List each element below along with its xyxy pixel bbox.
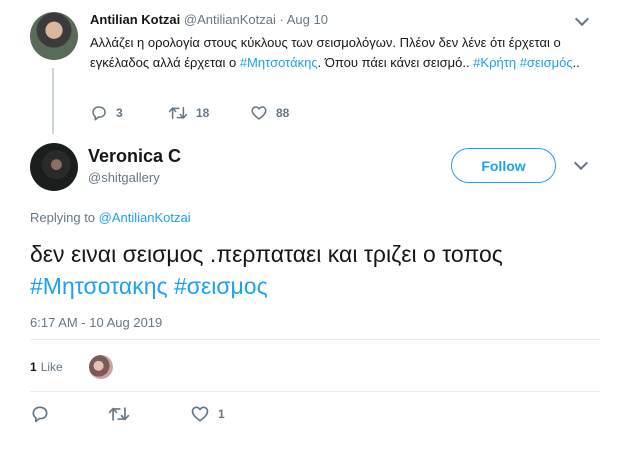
retweet-button[interactable] [108,404,130,424]
like-count: 1 [218,407,225,421]
hashtag-link[interactable]: #σεισμος [174,273,268,299]
author-name[interactable]: Antilian Kotzai [90,12,180,27]
avatar[interactable] [30,143,78,191]
heart-icon [190,404,210,424]
retweet-icon [108,404,130,424]
tweet-actions: 1 [30,404,350,426]
reply-icon [90,104,108,122]
tweet-actions: 3 18 88 [90,104,410,124]
reply-button[interactable]: 3 [90,104,123,122]
liker-avatar[interactable] [89,355,113,379]
replying-to: Replying to @AntilianKotzai [30,210,191,225]
tweet-text: Αλλάζει η ορολογία στους κύκλους των σει… [90,33,610,73]
tweet-date[interactable]: Aug 10 [287,12,328,27]
divider [30,339,600,340]
likes-total: 1 [30,360,37,374]
like-count: 88 [276,106,290,120]
follow-button[interactable]: Follow [451,148,556,183]
chevron-down-icon[interactable] [574,11,590,27]
hashtag-link[interactable]: #Μητσοτάκης [240,55,318,70]
like-button[interactable]: 1 [190,404,225,424]
chevron-down-icon[interactable] [573,155,589,171]
tweet-text-part: .. [572,55,580,70]
replying-prefix: Replying to [30,210,99,225]
divider [30,391,600,392]
likes-label: Like [40,360,63,374]
hashtag-link[interactable]: #Κρήτη [473,55,516,70]
hashtag-link[interactable]: #Μητσοτακης [30,273,168,299]
reply-icon [30,404,50,424]
mention-link[interactable]: @AntilianKotzai [99,210,191,225]
parent-tweet[interactable]: Antilian Kotzai @AntilianKotzai · Aug 10… [0,0,632,140]
tweet-text-part: . Όπου πάει κάνει σεισμό.. [317,55,474,70]
header-separator: · [279,12,284,27]
author-handle[interactable]: @shitgallery [88,170,160,185]
likes-summary[interactable]: 1 Like [30,355,63,379]
hashtag-link[interactable]: #σεισμός [520,55,573,70]
tweet-text-part: δεν ειναι σεισμος .περπαταει και τριζει … [30,241,503,267]
parent-tweet-header: Antilian Kotzai @AntilianKotzai · Aug 10 [90,12,328,27]
retweet-button[interactable]: 18 [168,104,209,122]
tweet-timestamp[interactable]: 6:17 AM - 10 Aug 2019 [30,315,162,330]
retweet-count: 18 [196,106,210,120]
like-button[interactable]: 88 [250,104,289,122]
author-handle[interactable]: @AntilianKotzai [184,12,276,27]
author-name[interactable]: Veronica C [88,146,181,167]
avatar[interactable] [30,12,78,60]
heart-icon [250,104,268,122]
reply-count: 3 [116,106,123,120]
reply-button[interactable] [30,404,50,424]
tweet-text: δεν ειναι σεισμος .περπαταει και τριζει … [30,238,590,302]
retweet-icon [168,104,188,122]
